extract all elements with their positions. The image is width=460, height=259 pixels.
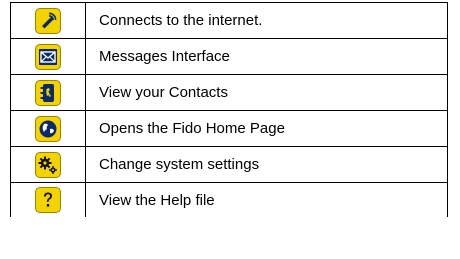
icon-cell [10, 74, 86, 111]
legend-description: View your Contacts [85, 74, 448, 111]
icon-cell [10, 146, 86, 183]
icon-cell [10, 182, 86, 217]
internet-connect-icon[interactable] [35, 7, 61, 34]
legend-row: View your Contacts [10, 74, 448, 111]
envelope-icon[interactable] [35, 43, 61, 70]
legend-row: View the Help file [10, 182, 448, 217]
question-mark-icon[interactable] [35, 187, 61, 213]
icon-cell [10, 110, 86, 147]
legend-description: Connects to the internet. [85, 2, 448, 39]
legend-description: Change system settings [85, 146, 448, 183]
contacts-phone-icon[interactable] [35, 79, 61, 106]
legend-row: Opens the Fido Home Page [10, 110, 448, 147]
icon-cell [10, 2, 86, 39]
legend-description: Messages Interface [85, 38, 448, 75]
icon-legend-table: Connects to the internet. Messages Inter… [10, 2, 448, 217]
legend-description: Opens the Fido Home Page [85, 110, 448, 147]
globe-icon[interactable] [35, 115, 61, 142]
icon-cell [10, 38, 86, 75]
legend-row: Connects to the internet. [10, 2, 448, 39]
legend-description: View the Help file [85, 182, 448, 217]
legend-row: Change system settings [10, 146, 448, 183]
legend-row: Messages Interface [10, 38, 448, 75]
gears-icon[interactable] [35, 151, 61, 178]
